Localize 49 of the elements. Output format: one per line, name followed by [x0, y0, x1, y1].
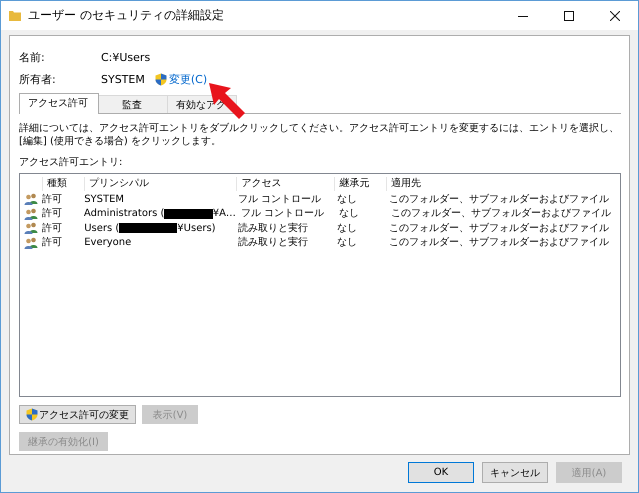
- column-header[interactable]: 種類: [42, 177, 84, 191]
- dialog-button[interactable]: OK: [408, 462, 474, 483]
- owner-value: SYSTEM: [101, 72, 145, 86]
- table-cell: Users (: [84, 222, 120, 235]
- table-cell-text: 読み取りと実行: [237, 236, 309, 250]
- table-cell-text: 許可: [42, 207, 63, 220]
- tab[interactable]: アクセス許可: [19, 93, 99, 114]
- description-text: 詳細については、アクセス許可エントリをダブルクリックしてください。アクセス許可エントリを変更するには、エントリを選択し、[編集] (使用できる場合) をクリックします。: [19, 122, 620, 148]
- table-cell-text: このフォルダー、サブフォルダーおよびファイル: [388, 192, 610, 206]
- window-title: ユーザー のセキュリティの詳細設定: [28, 7, 224, 24]
- table-cell-text: なし: [336, 222, 358, 235]
- column-header[interactable]: 適用先: [386, 177, 620, 191]
- folder-icon: [9, 10, 21, 21]
- table-cell: ¥Users): [177, 222, 216, 235]
- users-icon: [24, 236, 38, 249]
- action-button[interactable]: アクセス許可の変更: [19, 405, 136, 424]
- users-icon: [24, 208, 38, 220]
- change-link[interactable]: 変更(C): [168, 72, 208, 86]
- table-cell-text: フル コントロール: [240, 207, 326, 220]
- arrow-icon: [207, 81, 247, 121]
- name-label: 名前:: [19, 50, 46, 64]
- shield-icon: [154, 72, 167, 86]
- users-icon: [24, 222, 38, 234]
- maximize-icon: [564, 10, 574, 20]
- users-icon: [24, 193, 38, 206]
- table-cell-text: 読み取りと実行: [237, 222, 309, 235]
- table-cell: Administrators (: [84, 207, 164, 220]
- table-cell-text: フル コントロール: [237, 192, 322, 206]
- column-header[interactable]: アクセス: [236, 177, 334, 191]
- column-header[interactable]: プリンシパル: [84, 177, 236, 191]
- owner-label: 所有者:: [19, 72, 57, 86]
- name-value: C:¥Users: [101, 50, 150, 64]
- tab[interactable]: 監査: [98, 95, 168, 114]
- table-cell-text: なし: [336, 192, 358, 206]
- table-cell: SYSTEM: [84, 192, 124, 206]
- dialog-button[interactable]: キャンセル: [482, 462, 548, 483]
- table-cell: ¥A…: [212, 207, 236, 220]
- table-cell-text: このフォルダー、サブフォルダーおよびファイル: [388, 222, 610, 235]
- table-cell-text: このフォルダー、サブフォルダーおよびファイル: [388, 236, 610, 250]
- table-cell-text: 許可: [42, 222, 63, 235]
- table-cell: Everyone: [84, 236, 132, 250]
- table-cell-text: なし: [338, 207, 360, 220]
- table-cell-text: なし: [336, 236, 358, 250]
- table-cell-text: 許可: [42, 236, 63, 250]
- table-cell-text: 許可: [42, 192, 63, 206]
- close-icon: [610, 10, 620, 20]
- column-header[interactable]: 継承元: [334, 177, 386, 191]
- table-cell-text: このフォルダー、サブフォルダーおよびファイル: [390, 207, 612, 220]
- entries-label: アクセス許可エントリ:: [19, 156, 124, 169]
